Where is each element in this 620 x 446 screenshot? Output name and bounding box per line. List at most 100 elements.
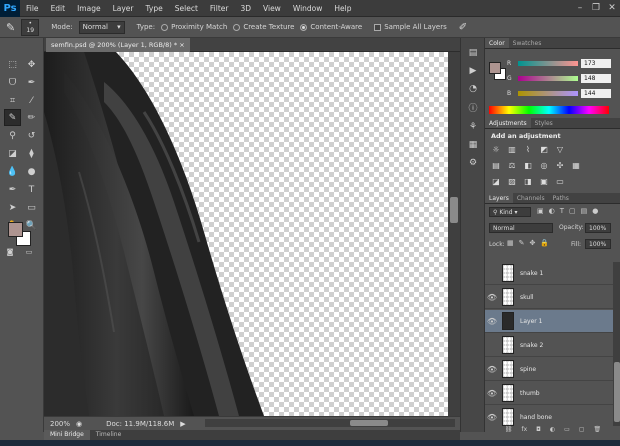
red-value[interactable]: 173 (581, 59, 611, 68)
menu-view[interactable]: View (257, 0, 287, 17)
tab-styles[interactable]: Styles (531, 118, 557, 128)
eye-icon[interactable]: 👁 (485, 293, 499, 302)
threshold-icon[interactable]: ◨ (523, 176, 533, 186)
menu-file[interactable]: File (20, 0, 45, 17)
shape-tool-icon[interactable]: ▭ (23, 199, 40, 216)
move-tool-icon[interactable]: ✥ (23, 56, 40, 73)
selective-color-icon[interactable]: ▣ (539, 176, 549, 186)
blue-value[interactable]: 144 (581, 89, 611, 98)
layer-row-snake-1[interactable]: snake 1 (485, 262, 613, 285)
menu-help[interactable]: Help (328, 0, 357, 17)
tab-color[interactable]: Color (485, 38, 509, 48)
menu-filter[interactable]: Filter (204, 0, 235, 17)
menu-image[interactable]: Image (71, 0, 107, 17)
lock-transparency-icon[interactable]: ▦ (507, 239, 514, 247)
restore-button[interactable]: ❐ (588, 0, 604, 17)
red-slider[interactable]: R 173 (507, 59, 611, 68)
menu-select[interactable]: Select (169, 0, 204, 17)
history-icon[interactable]: ▤ (466, 46, 480, 60)
hue-saturation-icon[interactable]: ▤ (491, 160, 501, 170)
green-value[interactable]: 148 (581, 74, 611, 83)
link-layers-icon[interactable]: ⛓ (505, 426, 513, 434)
tab-layers[interactable]: Layers (485, 193, 513, 203)
blue-gradient[interactable] (518, 91, 578, 96)
lock-position-icon[interactable]: ✥ (530, 239, 536, 247)
quick-select-tool-icon[interactable]: ✒ (23, 74, 40, 91)
layer-filter-select[interactable]: ⚲ Kind ▾ (489, 207, 531, 217)
history-brush-tool-icon[interactable]: ↺ (23, 127, 40, 144)
filter-toggle-icon[interactable]: ● (592, 207, 598, 215)
red-gradient[interactable] (518, 61, 578, 66)
info-icon[interactable]: ⓘ (466, 100, 480, 114)
screen-mode-icon[interactable]: ▭ (23, 247, 35, 257)
eraser-tool-icon[interactable]: ◪ (4, 145, 21, 162)
green-gradient[interactable] (518, 76, 578, 81)
quick-mask-icon[interactable]: ◙ (4, 247, 16, 257)
add-mask-icon[interactable]: ◘ (536, 426, 541, 434)
menu-edit[interactable]: Edit (45, 0, 72, 17)
opacity-field[interactable]: 100% (585, 223, 611, 233)
color-spectrum[interactable] (489, 106, 609, 114)
spot-healing-tool-icon[interactable]: ✎ (4, 109, 21, 126)
filter-type-icon[interactable]: T (560, 207, 564, 215)
black-white-icon[interactable]: ◧ (523, 160, 533, 170)
invert-icon[interactable]: ◪ (491, 176, 501, 186)
brush-tool-icon[interactable]: ✏ (23, 109, 40, 126)
color-balance-icon[interactable]: ⚖ (507, 160, 517, 170)
status-menu-icon[interactable]: ◉ (76, 420, 82, 428)
spot-healing-brush-icon[interactable]: ✎ (6, 21, 15, 34)
actions-icon[interactable]: ▶ (466, 64, 480, 78)
brush-presets-icon[interactable]: ⚘ (466, 120, 480, 134)
photo-filter-icon[interactable]: ◎ (539, 160, 549, 170)
menu-layer[interactable]: Layer (107, 0, 140, 17)
minimize-button[interactable]: – (572, 0, 588, 17)
document-tab[interactable]: semfin.psd @ 200% (Layer 1, RGB/8) * × (46, 38, 190, 52)
curves-icon[interactable]: ⌇ (523, 144, 533, 154)
close-icon[interactable]: × (179, 41, 184, 49)
type-tool-icon[interactable]: T (23, 181, 40, 198)
layer-row-spine[interactable]: 👁 spine (485, 358, 613, 381)
filter-pixel-icon[interactable]: ▣ (537, 207, 544, 215)
panel-fg-swatch[interactable] (489, 62, 501, 74)
menu-3d[interactable]: 3D (234, 0, 257, 17)
brightness-icon[interactable]: ☼ (491, 144, 501, 154)
menu-type[interactable]: Type (140, 0, 169, 17)
new-adjustment-icon[interactable]: ◐ (550, 426, 555, 434)
new-layer-icon[interactable]: ▢ (579, 426, 585, 434)
clone-source-icon[interactable]: ⚙ (466, 156, 480, 170)
blue-slider[interactable]: B 144 (507, 89, 611, 98)
layer-row-thumb[interactable]: 👁 thumb (485, 382, 613, 405)
status-arrow-icon[interactable]: ▶ (180, 420, 185, 428)
layer-row-skull[interactable]: 👁 skull (485, 286, 613, 309)
brush-panel-icon[interactable]: ▦ (466, 138, 480, 152)
close-button[interactable]: ✕ (604, 0, 620, 17)
fill-field[interactable]: 100% (585, 239, 611, 249)
layer-style-icon[interactable]: fx (521, 426, 527, 434)
paint-bucket-tool-icon[interactable]: ⧫ (23, 145, 40, 162)
mode-select[interactable]: Normal ▾ (78, 20, 125, 34)
crop-tool-icon[interactable]: ⌗ (4, 92, 21, 109)
scrollbar-thumb[interactable] (614, 362, 620, 422)
scrollbar-thumb[interactable] (450, 197, 458, 223)
eye-icon[interactable]: 👁 (485, 317, 499, 326)
path-select-tool-icon[interactable]: ➤ (4, 199, 21, 216)
canvas-vertical-scrollbar[interactable] (448, 52, 460, 416)
channel-mixer-icon[interactable]: ✣ (555, 160, 565, 170)
brush-size-picker[interactable]: • 19 (21, 18, 40, 36)
lock-pixels-icon[interactable]: ✎ (519, 239, 525, 247)
sample-all-layers-checkbox[interactable]: Sample All Layers (374, 23, 447, 31)
navigator-icon[interactable]: ◔ (466, 82, 480, 96)
blur-tool-icon[interactable]: 💧 (4, 163, 21, 180)
green-slider[interactable]: G 148 (507, 74, 611, 83)
pen-tool-icon[interactable]: ✒ (4, 181, 21, 198)
eyedropper-tool-icon[interactable]: ⁄ (23, 92, 40, 109)
delete-layer-icon[interactable]: 🗑 (594, 426, 602, 434)
scrollbar-thumb[interactable] (350, 420, 388, 426)
exposure-icon[interactable]: ◩ (539, 144, 549, 154)
clone-stamp-tool-icon[interactable]: ⚲ (4, 127, 21, 144)
tab-swatches[interactable]: Swatches (509, 38, 546, 48)
eye-icon[interactable]: 👁 (485, 365, 499, 374)
radio-proximity-match[interactable]: Proximity Match (161, 23, 227, 31)
radio-create-texture[interactable]: Create Texture (233, 23, 294, 31)
new-group-icon[interactable]: ▭ (564, 426, 570, 434)
